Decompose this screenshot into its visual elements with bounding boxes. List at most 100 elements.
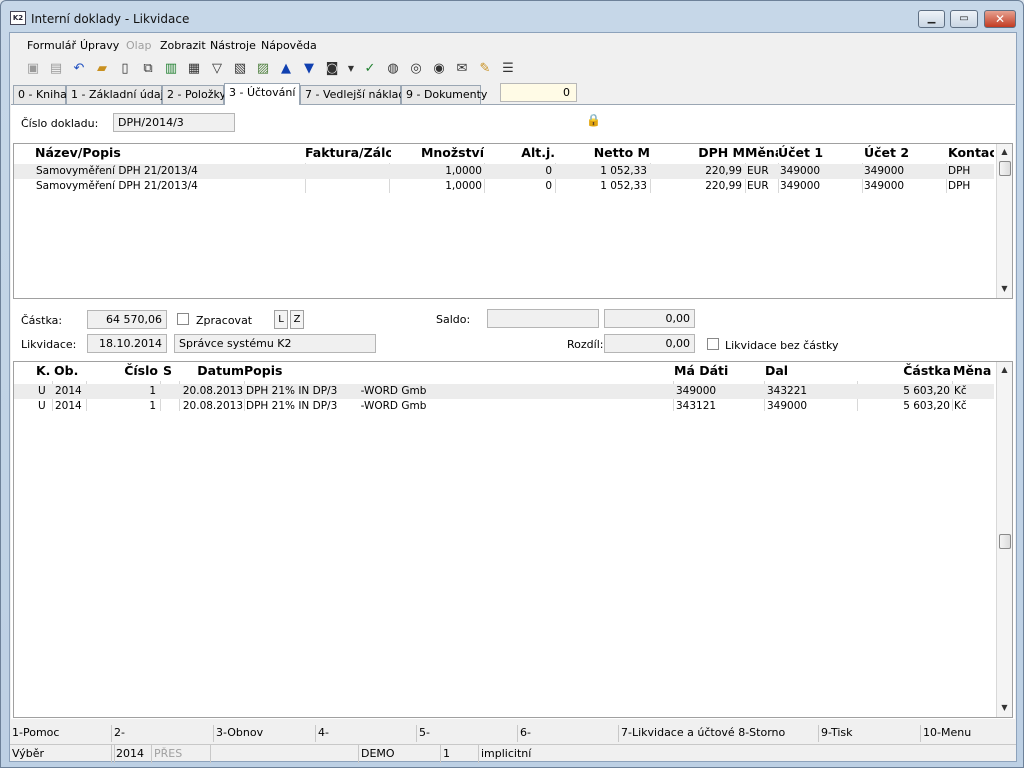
fkey-1[interactable]: 1-Pomoc (10, 725, 112, 742)
castka-field[interactable]: 64 570,06 (87, 310, 167, 329)
edit-icon[interactable]: ✎ (476, 60, 494, 78)
items-grid-scrollbar[interactable]: ▲ ▼ (996, 144, 1012, 298)
menu-formular[interactable]: Formulář (27, 39, 76, 52)
col-mena[interactable]: Měna (745, 145, 778, 160)
col-faktura[interactable]: Faktura/Zálo (305, 145, 391, 160)
tab-kniha[interactable]: 0 - Kniha (13, 85, 67, 104)
bez-castky-label[interactable]: Likvidace bez částky (725, 339, 839, 352)
menu-zobrazit[interactable]: Zobrazit (160, 39, 206, 52)
fkey-10[interactable]: 10-Menu (921, 725, 1016, 742)
scroll-thumb[interactable] (999, 534, 1011, 549)
tab-vedlejsi-naklady[interactable]: 7 - Vedlejší náklady (300, 85, 412, 104)
menu-upravy[interactable]: Úpravy (80, 39, 119, 52)
z-button[interactable]: Z (290, 310, 304, 329)
col-ob[interactable]: Ob. (54, 363, 84, 378)
arrow-down-icon[interactable]: ▼ (300, 60, 318, 78)
zpracovat-label[interactable]: Zpracovat (196, 314, 252, 327)
likvidace-date-field[interactable]: 18.10.2014 (87, 334, 167, 353)
document-number-field[interactable]: DPH/2014/3 (113, 113, 235, 132)
fkey-5[interactable]: 5- (417, 725, 518, 742)
col-s[interactable]: S (163, 363, 178, 378)
lock-icon[interactable]: ▥ (162, 60, 180, 78)
likvidace-user-field[interactable]: Správce systému K2 (174, 334, 376, 353)
scroll-thumb[interactable] (999, 161, 1011, 176)
tab-uctovani[interactable]: 3 - Účtování (224, 83, 300, 105)
minimize-button[interactable]: ▁ (918, 10, 945, 28)
saldo-value-field[interactable]: 0,00 (604, 309, 695, 328)
binoculars-icon[interactable]: ◍ (384, 60, 402, 78)
check-icon[interactable]: ✓ (361, 60, 379, 78)
find-next-icon[interactable]: ◎ (407, 60, 425, 78)
close-button[interactable]: ✕ (984, 10, 1016, 28)
fkey-7-8[interactable]: 7-Likvidace a účtové 8-Storno (619, 725, 819, 742)
table-row[interactable]: Samovyměření DPH 21/2013/4 1,0000 0 1 05… (14, 164, 994, 179)
open-folder-icon[interactable]: ▰ (93, 60, 111, 78)
menu-olap[interactable]: Olap (126, 39, 151, 52)
col-mnozstvi[interactable]: Množství (394, 145, 484, 160)
cell-castka: 5 603,20 (903, 385, 950, 397)
col-popis[interactable]: Popis (244, 363, 664, 378)
list-icon[interactable]: ☰ (499, 60, 517, 78)
tab-polozky[interactable]: 2 - Položky (162, 85, 226, 104)
col-castka[interactable]: Částka (859, 363, 951, 378)
scroll-down-icon[interactable]: ▼ (997, 281, 1012, 296)
stack-icon[interactable]: ▨ (254, 60, 272, 78)
col-netto[interactable]: Netto M (559, 145, 650, 160)
menu-napoveda[interactable]: Nápověda (261, 39, 317, 52)
table-row[interactable]: U 2014 1 20.08.2013 DPH 21% IN DP/3 -WOR… (14, 384, 994, 399)
dropdown-arrow-icon[interactable]: ▼ (342, 60, 360, 78)
copy-icon[interactable]: ⧉ (139, 60, 157, 78)
accounting-grid-scrollbar[interactable]: ▲ ▼ (996, 362, 1012, 717)
col-mena-bottom[interactable]: Měna (953, 363, 993, 378)
camera-icon[interactable]: ◙ (323, 60, 341, 78)
book-icon[interactable]: ▦ (185, 60, 203, 78)
col-kontace[interactable]: Kontac (948, 145, 994, 160)
menu-nastroje[interactable]: Nástroje (210, 39, 256, 52)
title-bar[interactable]: K2 Interní doklady - Likvidace ▁ ▭ ✕ (1, 1, 1023, 33)
arrow-up-icon[interactable]: ▲ (277, 60, 295, 78)
scroll-up-icon[interactable]: ▲ (997, 144, 1012, 159)
fkey-4[interactable]: 4- (316, 725, 417, 742)
col-ma-dati[interactable]: Má Dáti (674, 363, 760, 378)
col-dph[interactable]: DPH M (654, 145, 745, 160)
bez-castky-checkbox[interactable] (707, 338, 719, 350)
col-cislo[interactable]: Číslo (88, 363, 158, 378)
scroll-up-icon[interactable]: ▲ (997, 362, 1012, 377)
col-datum[interactable]: Datum (180, 363, 244, 378)
col-alt-j[interactable]: Alt.j. (488, 145, 555, 160)
col-ucet2[interactable]: Účet 2 (864, 145, 944, 160)
save-as-icon[interactable]: ▤ (47, 60, 65, 78)
save-icon[interactable]: ▣ (24, 60, 42, 78)
accounting-grid[interactable]: K. Ob. Číslo S Datum Popis Má Dáti Dal Č… (13, 361, 1013, 718)
fkey-2[interactable]: 2- (112, 725, 214, 742)
col-nazev[interactable]: Název/Popis (35, 145, 295, 160)
rozdil-field[interactable]: 0,00 (604, 334, 695, 353)
saldo-empty-field[interactable] (487, 309, 599, 328)
tab-zakladni-udaje[interactable]: 1 - Základní údaje (66, 85, 170, 104)
l-button[interactable]: L (274, 310, 288, 329)
col-dal[interactable]: Dal (765, 363, 851, 378)
table-row[interactable]: Samovyměření DPH 21/2013/4 1,0000 0 1 05… (14, 179, 994, 194)
likvidace-label: Likvidace: (21, 338, 77, 351)
find-prev-icon[interactable]: ◉ (430, 60, 448, 78)
fkey-3[interactable]: 3-Obnov (214, 725, 316, 742)
filter-icon[interactable]: ▽ (208, 60, 226, 78)
fkey-9[interactable]: 9-Tisk (819, 725, 921, 742)
maximize-button[interactable]: ▭ (950, 10, 978, 28)
table-row[interactable]: U 2014 1 20.08.2013 DPH 21% IN DP/3 -WOR… (14, 399, 994, 414)
function-key-bar: 1-Pomoc 2- 3-Obnov 4- 5- 6- 7-Likvidace … (10, 725, 1016, 742)
scroll-down-icon[interactable]: ▼ (997, 700, 1012, 715)
mail-icon[interactable]: ✉ (453, 60, 471, 78)
new-document-icon[interactable]: ▯ (116, 60, 134, 78)
col-k[interactable]: K. (36, 363, 54, 378)
fkey-6[interactable]: 6- (518, 725, 619, 742)
accounting-grid-header: K. Ob. Číslo S Datum Popis Má Dáti Dal Č… (14, 362, 996, 381)
status-year: 2014 (114, 745, 152, 763)
items-grid[interactable]: Název/Popis Faktura/Zálo Množství Alt.j.… (13, 143, 1013, 299)
col-ucet1[interactable]: Účet 1 (778, 145, 858, 160)
tab-dokumenty[interactable]: 9 - Dokumenty (401, 85, 487, 104)
undo-icon[interactable]: ↶ (70, 60, 88, 78)
record-number-input[interactable]: 0 (500, 83, 577, 102)
filter-list-icon[interactable]: ▧ (231, 60, 249, 78)
zpracovat-checkbox[interactable] (177, 313, 189, 325)
